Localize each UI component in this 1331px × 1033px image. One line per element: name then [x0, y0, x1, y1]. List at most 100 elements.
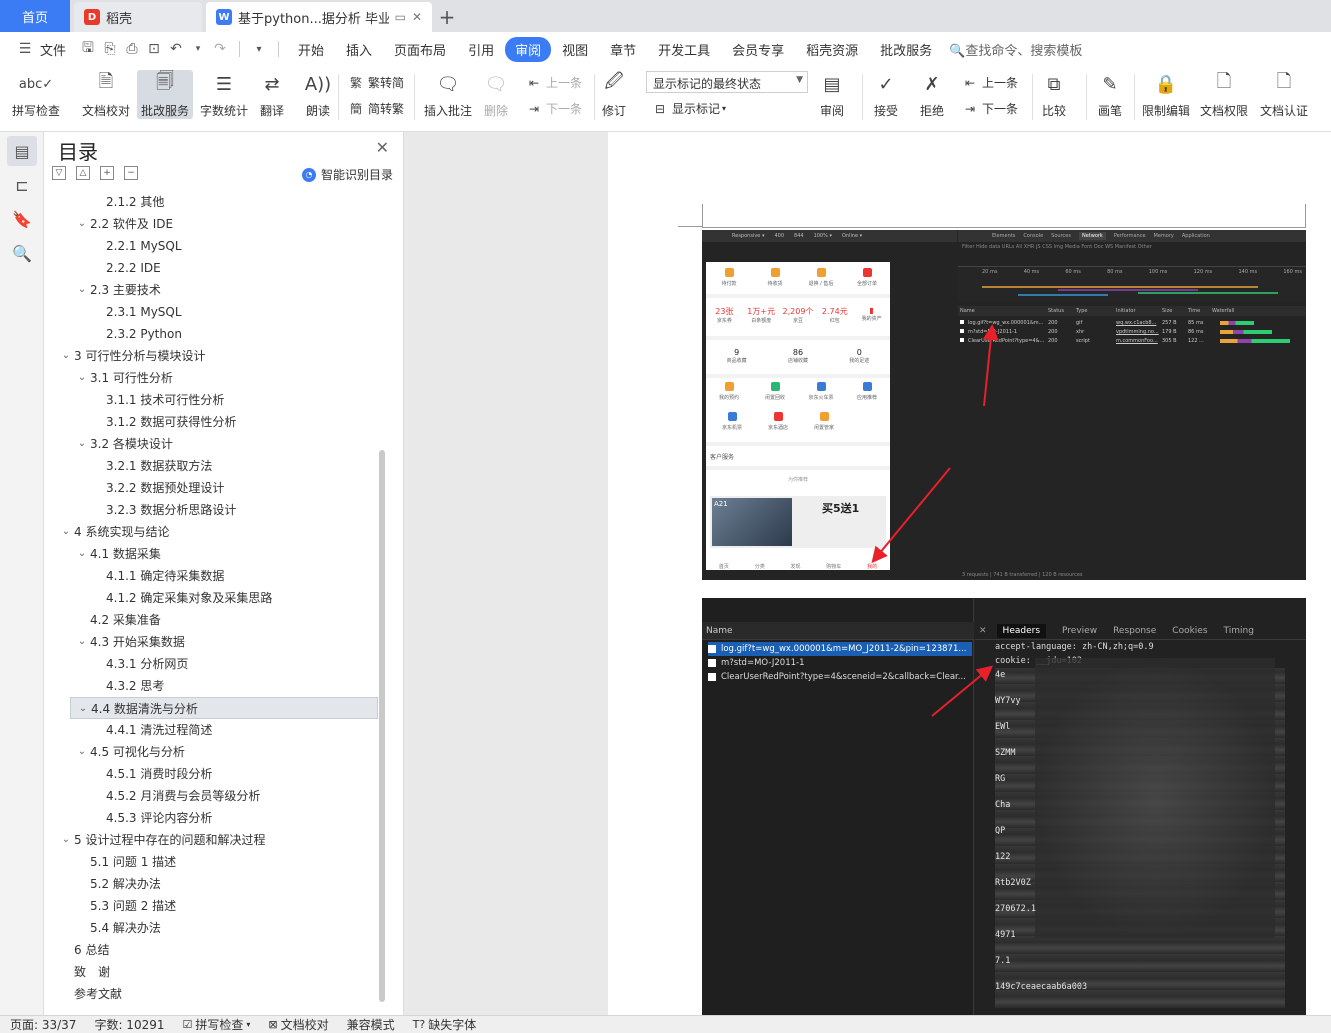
toc-item[interactable]: 4.1.1 确定待采集数据 [44, 565, 384, 587]
toc-item[interactable]: 3.1.1 技术可行性分析 [44, 389, 384, 411]
toc-item[interactable]: 4.5.3 评论内容分析 [44, 807, 384, 829]
review-service-button[interactable]: 🗐 批改服务 [137, 70, 194, 119]
doc-permission-button[interactable]: 🗋 文档权限 [1200, 70, 1248, 119]
toc-item[interactable]: ⌄ 3.2 各模块设计 [44, 433, 384, 455]
toc-item[interactable]: ⌄ 4.3 开始采集数据 [44, 631, 384, 653]
bookmark-icon[interactable]: 🔖 [7, 204, 37, 234]
export-icon[interactable]: ⎘ [99, 41, 121, 57]
chevron-down-icon[interactable]: ⌄ [76, 543, 88, 565]
status-doc-check[interactable]: ⊠ 文档校对 [268, 1016, 328, 1033]
toc-item[interactable]: 3.2.2 数据预处理设计 [44, 477, 384, 499]
request-item[interactable]: ClearUserRedPoint?type=4&sceneid=2&callb… [708, 670, 972, 684]
toc-item[interactable]: 4.3.2 思考 [44, 675, 384, 697]
undo-icon[interactable]: ↶ [165, 41, 187, 57]
next-change-button[interactable]: ⇥ 下一条 [962, 100, 1018, 117]
toc-item[interactable]: ⌄ 2.3 主要技术 [44, 279, 384, 301]
toc-item[interactable]: 2.2.2 IDE [44, 257, 384, 279]
toc-item[interactable]: 6 总结 [44, 939, 384, 961]
menu-home[interactable]: 开始 [287, 40, 335, 59]
menu-member[interactable]: 会员专享 [721, 40, 795, 59]
review-pane-button[interactable]: ▤ 审阅 [818, 70, 846, 119]
tab-document[interactable]: W 基于python...据分析 毕业论文 ▭ ✕ [206, 2, 432, 32]
toc-item[interactable]: 4.1.2 确定采集对象及采集思路 [44, 587, 384, 609]
close-icon[interactable]: ✕ [979, 626, 987, 636]
toc-item[interactable]: 4.2 采集准备 [44, 609, 384, 631]
tab-close-icon[interactable]: ✕ [412, 10, 422, 24]
status-missing-font[interactable]: T? 缺失字体 [413, 1016, 477, 1033]
toc-item[interactable]: ⌄ 5 设计过程中存在的问题和解决过程 [44, 829, 384, 851]
toc-item[interactable]: 5.2 解决办法 [44, 873, 384, 895]
menu-developer[interactable]: 开发工具 [647, 40, 721, 59]
request-item[interactable]: log.gif?t=wg_wx.000001&m=MO_J2011-2&pin=… [708, 642, 972, 656]
toc-item[interactable]: 3.2.3 数据分析思路设计 [44, 499, 384, 521]
menu-chapter[interactable]: 章节 [599, 40, 647, 59]
embedded-screenshot-devtools[interactable]: Responsive ▾ 400 844 100% ▾ Online ▾ 待付款… [702, 230, 1306, 580]
chevron-down-icon[interactable]: ⌄ [77, 698, 89, 720]
menu-review[interactable]: 审阅 [505, 36, 552, 62]
toc-item[interactable]: ⌄ 4.5 可视化与分析 [44, 741, 384, 763]
toc-item[interactable]: 参考文献 [44, 983, 384, 1005]
expand-all-icon[interactable]: + [100, 166, 114, 180]
trad-to-simp-button[interactable]: 繁繁转简 [348, 74, 404, 91]
toc-item[interactable]: 2.1.2 其他 [44, 191, 384, 213]
show-markup-button[interactable]: ⊟ 显示标记 ▾ [652, 100, 726, 117]
embedded-screenshot-headers[interactable]: Name log.gif?t=wg_wx.000001&m=MO_J2011-2… [702, 598, 1306, 1015]
expand-level-up-icon[interactable]: △ [76, 166, 90, 180]
menu-view[interactable]: 视图 [551, 40, 599, 59]
save-icon[interactable]: 🖫 [77, 37, 99, 61]
print-icon[interactable]: ⎙ [121, 41, 143, 57]
toc-item[interactable]: 3.1.2 数据可获得性分析 [44, 411, 384, 433]
tab-daoke[interactable]: D 稻壳 [74, 2, 202, 32]
restrict-edit-button[interactable]: 🔒 限制编辑 [1142, 70, 1190, 119]
doc-cert-button[interactable]: 🗋 文档认证 [1260, 70, 1308, 119]
section-nav-icon[interactable]: ⊏ [7, 170, 37, 200]
menu-file[interactable]: 文件 [36, 40, 77, 59]
toc-item[interactable]: 致 谢 [44, 961, 384, 983]
preview-icon[interactable]: ⊡ [143, 41, 165, 57]
tab-timing[interactable]: Timing [1224, 626, 1254, 636]
word-count-button[interactable]: ☰ 字数统计 [200, 70, 248, 119]
quick-access-more-icon[interactable]: ▾ [248, 44, 270, 55]
prev-comment-button[interactable]: ⇤ 上一条 [526, 74, 582, 91]
chevron-down-icon[interactable]: ⌄ [76, 367, 88, 389]
menu-hamburger-icon[interactable]: ☰ [14, 41, 36, 57]
toc-item[interactable]: 4.5.1 消费时段分析 [44, 763, 384, 785]
pen-button[interactable]: ✎ 画笔 [1096, 70, 1124, 119]
tab-home[interactable]: 首页 [0, 0, 70, 32]
expand-level-down-icon[interactable]: ▽ [52, 166, 66, 180]
toc-item[interactable]: ⌄ 3.1 可行性分析 [44, 367, 384, 389]
read-aloud-button[interactable]: A)) 朗读 [304, 70, 332, 119]
toc-item[interactable]: ⌄ 3 可行性分析与模块设计 [44, 345, 384, 367]
toc-item[interactable]: ⌄ 4.1 数据采集 [44, 543, 384, 565]
chevron-down-icon[interactable]: ⌄ [76, 213, 88, 235]
undo-dropdown-icon[interactable]: ▾ [187, 44, 209, 54]
toc-item[interactable]: 4.5.2 月消费与会员等级分析 [44, 785, 384, 807]
doc-check-button[interactable]: 🗎 文档校对 [82, 70, 130, 119]
status-spell-check[interactable]: ☑ 拼写检查 ▾ [183, 1016, 251, 1033]
toc-item[interactable]: 5.4 解决办法 [44, 917, 384, 939]
toc-item[interactable]: 4.3.1 分析网页 [44, 653, 384, 675]
menu-layout[interactable]: 页面布局 [383, 40, 457, 59]
toc-item[interactable]: 2.3.1 MySQL [44, 301, 384, 323]
menu-references[interactable]: 引用 [457, 40, 505, 59]
tab-cookies[interactable]: Cookies [1172, 626, 1207, 636]
command-search[interactable]: 🔍查找命令、搜索模板 [949, 40, 1082, 59]
chevron-down-icon[interactable]: ⌄ [60, 521, 72, 543]
toc-scrollbar[interactable] [379, 450, 385, 1002]
word-count-indicator[interactable]: 字数: 10291 [94, 1016, 164, 1033]
search-icon[interactable]: 🔍 [7, 238, 37, 268]
track-changes-button[interactable]: 🖉 修订 [600, 70, 628, 119]
chevron-down-icon[interactable]: ⌄ [60, 829, 72, 851]
simp-to-trad-button[interactable]: 簡简转繁 [348, 100, 404, 117]
chevron-down-icon[interactable]: ⌄ [60, 345, 72, 367]
chevron-down-icon[interactable]: ⌄ [76, 741, 88, 763]
toc-item[interactable]: 2.2.1 MySQL [44, 235, 384, 257]
close-icon[interactable]: ✕ [376, 138, 389, 157]
toc-item[interactable]: ⌄ 4.4 数据清洗与分析 [70, 697, 378, 719]
delete-comment-button[interactable]: 🗨 删除 [482, 70, 510, 119]
menu-daoke-resources[interactable]: 稻壳资源 [795, 40, 869, 59]
menu-review-service[interactable]: 批改服务 [869, 40, 943, 59]
translate-button[interactable]: ⇄ 翻译 [258, 70, 286, 119]
toc-item[interactable]: 2.3.2 Python [44, 323, 384, 345]
accept-button[interactable]: ✓ 接受 [872, 70, 900, 119]
